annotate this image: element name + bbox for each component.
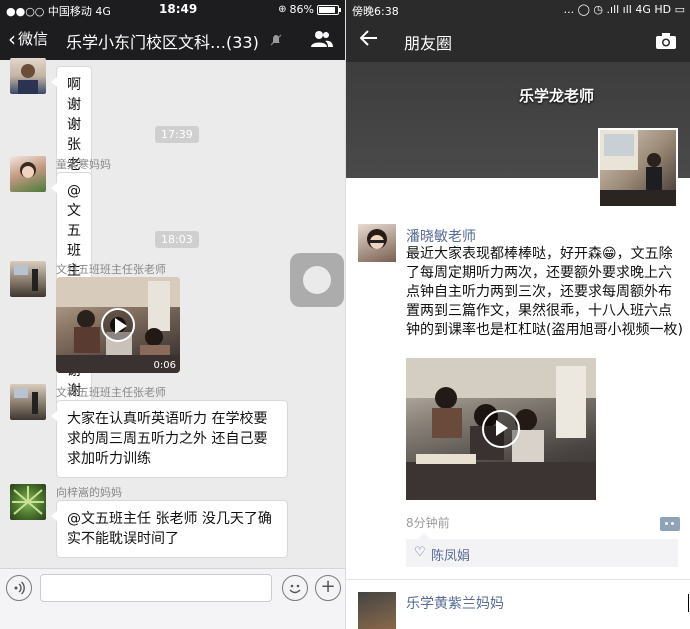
lock-rotation-icon: ⊕ — [278, 4, 287, 15]
emoji-button[interactable] — [282, 575, 308, 601]
back-button[interactable]: ‹ 微信 — [8, 28, 48, 49]
input-bar: + — [0, 568, 345, 629]
divider — [346, 579, 690, 580]
status-bar: 傍晚6:38 ... ◯ ◷ .ıll ıll 4G HD ▭ — [346, 0, 690, 20]
mute-bell-icon — [270, 34, 282, 46]
message-bubble[interactable]: @文五班主任 张老师 没几天了确实不能耽误时间了 — [51, 500, 288, 558]
post-time: 8分钟前 — [406, 516, 450, 530]
video-message[interactable]: 0:06 — [56, 277, 180, 373]
avatar[interactable] — [10, 58, 46, 94]
comment-button[interactable] — [660, 517, 680, 531]
chat-screen: ●●○○ 中国移动 4G 18:49 ⊕ 86% ‹ 微信 乐学小东门校区文科…… — [0, 0, 345, 629]
text-cursor — [688, 594, 689, 612]
post-author[interactable]: 乐学黄紫兰妈妈 — [406, 593, 504, 613]
screenshot-root: ●●○○ 中国移动 4G 18:49 ⊕ 86% ‹ 微信 乐学小东门校区文科…… — [0, 0, 690, 629]
post-text: 最近大家表现都棒棒哒，好开森😁，文五除了每周定期听力两次，还要额外要求晚上六点钟… — [406, 246, 683, 338]
chevron-left-icon: ‹ — [8, 26, 16, 51]
status-icons: ... ◯ ◷ .ıll ıll 4G HD ▭ — [563, 3, 685, 16]
avatar[interactable] — [358, 592, 396, 629]
battery-icon — [317, 4, 341, 15]
camera-icon[interactable] — [655, 32, 677, 50]
message-input[interactable] — [40, 574, 272, 602]
likes-section: ♡ 陈凤娟 — [406, 533, 678, 567]
arrow-left-icon[interactable] — [359, 28, 378, 52]
avatar[interactable] — [358, 224, 396, 262]
assistive-touch-button[interactable] — [290, 253, 344, 307]
avatar[interactable] — [10, 156, 46, 192]
chat-header: ‹ 微信 乐学小东门校区文科…(33) — [0, 20, 345, 60]
video-duration: 0:06 — [153, 360, 176, 371]
avatar[interactable] — [10, 484, 46, 520]
message-text: @文五班主任 张老师 没几天了确实不能耽误时间了 — [67, 511, 272, 547]
status-time: 傍晚6:38 — [352, 5, 399, 18]
status-bar: ●●○○ 中国移动 4G 18:49 ⊕ 86% — [0, 0, 345, 20]
like-user-name[interactable]: 陈凤娟 — [431, 545, 470, 564]
post-author[interactable]: 潘晓敏老师 — [406, 226, 476, 246]
moments-screen: 傍晚6:38 ... ◯ ◷ .ıll ıll 4G HD ▭ 朋友圈 乐学龙老… — [345, 0, 690, 629]
heart-icon: ♡ — [414, 545, 426, 560]
status-time: 18:49 — [159, 2, 198, 16]
back-label: 微信 — [18, 30, 49, 48]
timestamp: 17:39 — [155, 126, 199, 143]
sender-name: 童紫寒妈妈 — [56, 158, 111, 171]
voice-button[interactable] — [6, 575, 32, 601]
voice-icon — [14, 581, 25, 595]
message-text: 大家在认真听英语听力 在学校要求的周三周五听力之外 还自己要求加听力训练 — [67, 411, 268, 467]
emoji-icon — [289, 584, 301, 594]
profile-avatar[interactable] — [598, 128, 678, 208]
more-button[interactable]: + — [315, 575, 341, 601]
avatar[interactable] — [10, 384, 46, 420]
sender-name: 文科五班班主任张老师 — [56, 263, 166, 276]
avatar[interactable] — [10, 261, 46, 297]
profile-name: 乐学龙老师 — [518, 87, 594, 105]
page-title: 朋友圈 — [404, 34, 453, 53]
battery-percent: 86% — [289, 3, 314, 16]
message-bubble[interactable]: 大家在认真听英语听力 在学校要求的周三周五听力之外 还自己要求加听力训练 — [51, 400, 288, 478]
battery-indicator: ⊕ 86% — [278, 3, 341, 16]
sender-name: 文科五班班主任张老师 — [56, 386, 166, 399]
play-icon[interactable] — [101, 308, 135, 342]
chat-title: 乐学小东门校区文科…(33) — [66, 33, 259, 52]
sender-name: 向梓嵩的妈妈 — [56, 486, 122, 499]
timestamp: 18:03 — [155, 231, 199, 248]
carrier-label: ●●○○ 中国移动 4G — [6, 5, 111, 18]
post-video[interactable] — [406, 358, 596, 500]
play-icon[interactable] — [482, 410, 520, 448]
group-members-icon[interactable] — [311, 30, 333, 48]
moments-header: 朋友圈 — [346, 20, 690, 62]
